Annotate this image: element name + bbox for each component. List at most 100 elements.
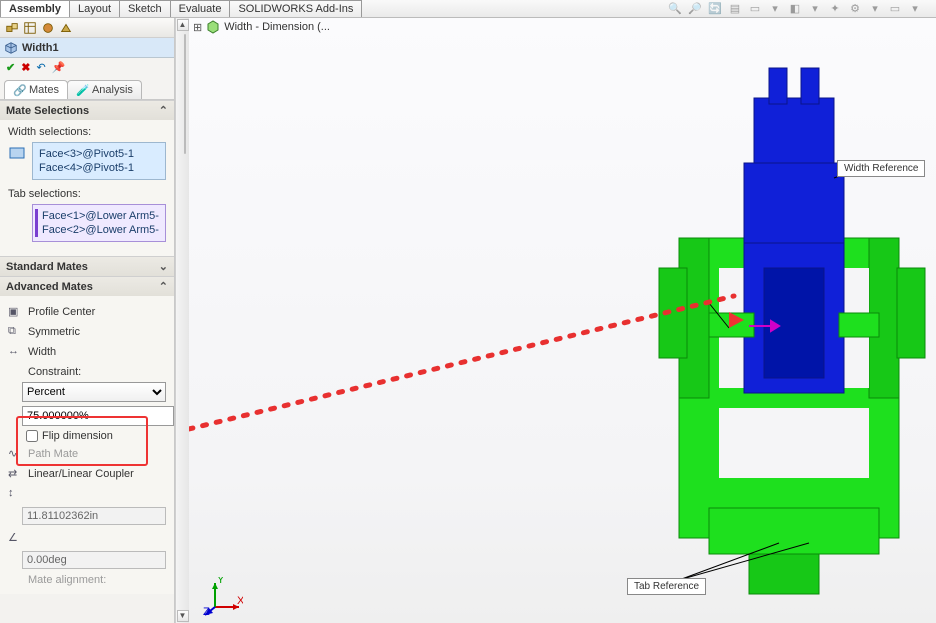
section-advanced-mates: Advanced Mates ⌃ ▣ Profile Center ⧉ Symmet… bbox=[0, 276, 174, 594]
svg-text:X: X bbox=[237, 595, 243, 607]
pm-scroll[interactable]: Mate Selections ⌃ Width selections: Face… bbox=[0, 100, 174, 623]
width-selections-list[interactable]: Face<3>@Pivot5-1 Face<4>@Pivot5-1 bbox=[32, 142, 166, 180]
distance-row: ↕ bbox=[8, 484, 166, 504]
angle-icon: ∠ bbox=[8, 531, 22, 545]
distance-icon: ↕ bbox=[8, 487, 22, 501]
width-icon: ↔ bbox=[8, 345, 22, 359]
property-manager: Width1 ✔ ✖ ↶ 📌 🔗 Mates 🧪 Analysis Mate S… bbox=[0, 18, 175, 623]
view-toolbar: 🔍 🔎 🔄 ▤ ▭ ▾ ◧ ▾ ✦ ⚙ ▾ ▭ ▾ bbox=[668, 2, 936, 16]
svg-text:Y: Y bbox=[217, 577, 225, 586]
profile-center-label: Profile Center bbox=[28, 306, 95, 318]
mate-selections-header[interactable]: Mate Selections ⌃ bbox=[0, 101, 174, 120]
mate-symmetric[interactable]: ⧉ Symmetric bbox=[8, 322, 166, 342]
mate-profile-center[interactable]: ▣ Profile Center bbox=[8, 302, 166, 322]
flip-dimension-label: Flip dimension bbox=[42, 430, 113, 442]
svg-text:Z: Z bbox=[203, 606, 210, 617]
feature-name: Width1 bbox=[22, 42, 59, 54]
constraint-label: Constraint: bbox=[28, 362, 166, 378]
mate-width[interactable]: ↔Width bbox=[8, 342, 166, 362]
linear-coupler-label: Linear/Linear Coupler bbox=[28, 468, 134, 480]
scroll-thumb[interactable] bbox=[184, 34, 186, 154]
ok-button[interactable]: ✔ bbox=[6, 61, 15, 74]
flip-dimension-checkbox[interactable] bbox=[26, 430, 38, 442]
scene-icon[interactable]: ✦ bbox=[828, 2, 842, 16]
tab-layout[interactable]: Layout bbox=[69, 0, 120, 17]
list-item[interactable]: Face<2>@Lower Arm5- bbox=[35, 223, 159, 237]
model-view[interactable] bbox=[649, 68, 936, 598]
dropdown2-icon[interactable]: ▾ bbox=[808, 2, 822, 16]
tab-sketch[interactable]: Sketch bbox=[119, 0, 171, 17]
tab-selections-label: Tab selections: bbox=[8, 188, 166, 200]
zoom-fit-icon[interactable]: 🔍 bbox=[668, 2, 682, 16]
tab-selections-list[interactable]: Face<1>@Lower Arm5- Face<2>@Lower Arm5- bbox=[32, 204, 166, 242]
list-item[interactable]: Face<4>@Pivot5-1 bbox=[39, 161, 159, 175]
pm-config-icon[interactable] bbox=[22, 20, 38, 36]
pm-extra-icon[interactable] bbox=[58, 20, 74, 36]
width-selections-label: Width selections: bbox=[8, 126, 166, 138]
tab-addins[interactable]: SOLIDWORKS Add-Ins bbox=[229, 0, 362, 17]
dropdown3-icon[interactable]: ▾ bbox=[868, 2, 882, 16]
subtab-analysis[interactable]: 🧪 Analysis bbox=[67, 80, 142, 99]
path-mate-label: Path Mate bbox=[28, 448, 78, 460]
graphics-area[interactable]: ⊞ Width - Dimension (... bbox=[189, 18, 936, 623]
mate-linear-coupler[interactable]: ⇄ Linear/Linear Coupler bbox=[8, 464, 166, 484]
view-triad[interactable]: Y X Z bbox=[203, 577, 243, 617]
angle-input bbox=[22, 551, 166, 569]
collapse-icon: ⌃ bbox=[159, 280, 168, 293]
angle-row: ∠ bbox=[8, 528, 166, 548]
collapse-icon: ⌃ bbox=[159, 104, 168, 117]
undo-button[interactable]: ↶ bbox=[36, 61, 45, 74]
callout-tab-reference: Tab Reference bbox=[627, 578, 706, 595]
tree-expand-icon[interactable]: ⊞ bbox=[193, 21, 202, 34]
display-style-icon[interactable]: ▭ bbox=[748, 2, 762, 16]
breadcrumb-label: Width - Dimension (... bbox=[224, 21, 330, 33]
scroll-down[interactable]: ▼ bbox=[177, 610, 189, 622]
expand-icon: ⌄ bbox=[159, 260, 168, 273]
profile-center-icon: ▣ bbox=[8, 305, 22, 319]
tab-evaluate[interactable]: Evaluate bbox=[170, 0, 231, 17]
zoom-area-icon[interactable]: 🔎 bbox=[688, 2, 702, 16]
analysis-tab-icon: 🧪 bbox=[76, 84, 88, 96]
advanced-mates-header[interactable]: Advanced Mates ⌃ bbox=[0, 277, 174, 296]
cube-icon[interactable]: ◧ bbox=[788, 2, 802, 16]
subtab-mates[interactable]: 🔗 Mates bbox=[4, 80, 68, 99]
pm-display-icon[interactable] bbox=[40, 20, 56, 36]
symmetric-label: Symmetric bbox=[28, 326, 80, 338]
pushpin-button[interactable]: 📌 bbox=[52, 61, 66, 74]
rotate-icon[interactable]: 🔄 bbox=[708, 2, 722, 16]
pm-toolbar bbox=[0, 18, 174, 38]
dimension-icon bbox=[206, 20, 220, 34]
settings-icon[interactable]: ⚙ bbox=[848, 2, 862, 16]
list-item[interactable]: Face<1>@Lower Arm5- bbox=[35, 209, 159, 223]
path-mate-icon: ∿ bbox=[8, 447, 22, 461]
more-icon[interactable]: ▭ bbox=[888, 2, 902, 16]
panel-scrollbar[interactable]: ▲ ▼ bbox=[175, 18, 189, 623]
section-mate-selections: Mate Selections ⌃ Width selections: Face… bbox=[0, 100, 174, 256]
tab-assembly[interactable]: Assembly bbox=[0, 0, 70, 17]
mate-selections-header-label: Mate Selections bbox=[6, 105, 89, 117]
pm-assembly-icon[interactable] bbox=[4, 20, 20, 36]
list-item[interactable]: Face<3>@Pivot5-1 bbox=[39, 147, 159, 161]
dropdown4-icon[interactable]: ▾ bbox=[908, 2, 922, 16]
symmetric-icon: ⧉ bbox=[8, 325, 22, 339]
standard-mates-header[interactable]: Standard Mates ⌄ bbox=[0, 257, 174, 276]
advanced-mates-header-label: Advanced Mates bbox=[6, 281, 93, 293]
linear-coupler-icon: ⇄ bbox=[8, 467, 22, 481]
breadcrumb[interactable]: ⊞ Width - Dimension (... bbox=[193, 20, 330, 34]
mate-alignment-label: Mate alignment: bbox=[28, 572, 166, 588]
subtab-mates-label: Mates bbox=[29, 84, 59, 96]
mate-icon bbox=[4, 41, 18, 55]
percent-input[interactable] bbox=[22, 406, 174, 426]
width-sel-icon bbox=[8, 144, 26, 162]
section-icon[interactable]: ▤ bbox=[728, 2, 742, 16]
scroll-up[interactable]: ▲ bbox=[177, 19, 189, 31]
mates-tab-icon: 🔗 bbox=[13, 84, 25, 96]
pm-actions: ✔ ✖ ↶ 📌 bbox=[0, 58, 174, 76]
cancel-button[interactable]: ✖ bbox=[21, 61, 30, 74]
section-standard-mates: Standard Mates ⌄ bbox=[0, 256, 174, 276]
command-tabs-row: Assembly Layout Sketch Evaluate SOLIDWOR… bbox=[0, 0, 936, 18]
constraint-select[interactable]: Percent bbox=[22, 382, 166, 402]
standard-mates-header-label: Standard Mates bbox=[6, 261, 88, 273]
distance-input bbox=[22, 507, 166, 525]
dropdown-icon[interactable]: ▾ bbox=[768, 2, 782, 16]
